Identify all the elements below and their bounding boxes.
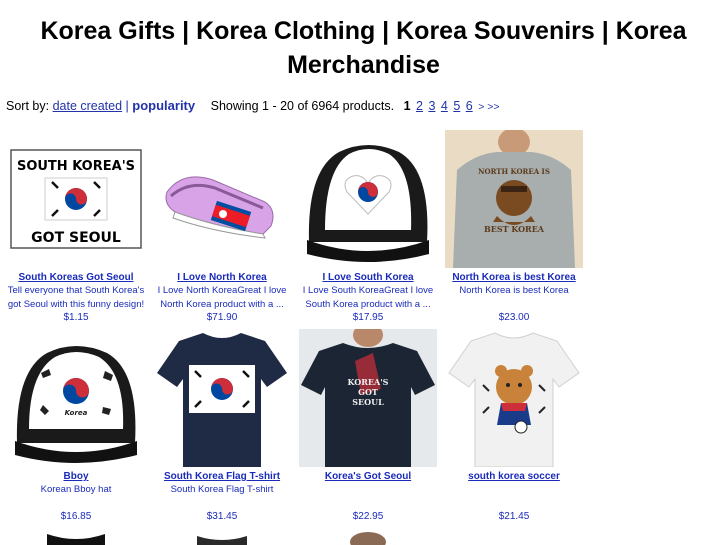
product-image[interactable] xyxy=(445,528,583,545)
page-link-6[interactable]: 6 xyxy=(466,99,473,113)
page-link-3[interactable]: 3 xyxy=(428,99,435,113)
page-title-line-1: Korea Gifts | Korea Clothing | Korea Sou… xyxy=(40,17,687,45)
product-image[interactable] xyxy=(445,329,583,467)
product-price: $17.95 xyxy=(352,312,384,323)
product-card: NORTH KOREA IS BEST KOREA North Korea is… xyxy=(445,130,583,324)
product-description: Korean Bboy hat xyxy=(40,484,112,495)
product-description: North Korea is best Korea xyxy=(459,285,569,296)
product-image[interactable] xyxy=(299,130,437,268)
product-description xyxy=(299,483,437,510)
product-name-link[interactable]: Bboy xyxy=(7,470,145,483)
page-link-4[interactable]: 4 xyxy=(441,99,448,113)
page-link-5[interactable]: 5 xyxy=(453,99,460,113)
product-description: South Korea Flag T-shirt xyxy=(170,484,274,495)
product-price: $16.85 xyxy=(60,511,92,522)
thumb-text: Korea xyxy=(65,409,88,417)
product-name-link[interactable]: I Love South Korea xyxy=(299,271,437,284)
product-image[interactable] xyxy=(153,528,291,545)
product-image[interactable]: KOREA'S GOT SEOUL xyxy=(299,329,437,467)
product-image[interactable]: SOUTH KOREA'S GOT SEOUL xyxy=(7,130,145,268)
product-card: South Korea Flag T-shirt South Korea Fla… xyxy=(153,329,291,523)
product-image[interactable] xyxy=(153,130,291,268)
sort-label: Sort by: xyxy=(6,99,50,113)
product-card-partial xyxy=(445,528,583,545)
product-price: $22.95 xyxy=(352,511,384,522)
sort-date-created-link[interactable]: date created xyxy=(53,99,123,113)
product-card: SOUTH KOREA'S GOT SEOUL South Koreas Got… xyxy=(7,130,145,324)
product-card: south korea soccer $21.45 xyxy=(445,329,583,523)
page-link-2[interactable]: 2 xyxy=(416,99,423,113)
page-title-line-2: Merchandise xyxy=(287,51,440,79)
product-image[interactable]: NORTH KOREA IS BEST KOREA xyxy=(445,130,583,268)
thumb-text-bottom: GOT SEOUL xyxy=(31,230,121,246)
thumb-text-3: SEOUL xyxy=(352,397,384,407)
results-count: Showing 1 - 20 of 6964 products. xyxy=(210,99,395,113)
product-card: I Love South Korea I Love South KoreaGre… xyxy=(299,130,437,324)
page-current: 1 xyxy=(403,99,411,113)
product-price: $71.90 xyxy=(206,312,238,323)
product-name-link[interactable]: Korea's Got Seoul xyxy=(299,470,437,483)
product-card: I Love North Korea I Love North KoreaGre… xyxy=(153,130,291,324)
sort-popularity-link[interactable]: popularity xyxy=(132,98,195,113)
sort-separator: | xyxy=(125,99,129,113)
product-price: $23.00 xyxy=(498,312,530,323)
product-name-link[interactable]: I Love North Korea xyxy=(153,271,291,284)
product-name-link[interactable]: South Korea Flag T-shirt xyxy=(153,470,291,483)
product-price: $31.45 xyxy=(206,511,238,522)
product-image[interactable] xyxy=(153,329,291,467)
product-description xyxy=(445,483,583,510)
thumb-text-2: GOT xyxy=(358,387,378,397)
product-description: I Love North KoreaGreat I love North Kor… xyxy=(157,285,287,310)
product-description: Tell everyone that South Korea's got Seo… xyxy=(7,285,145,310)
product-name-link[interactable]: North Korea is best Korea xyxy=(445,271,583,284)
product-price: $21.45 xyxy=(498,511,530,522)
page-title: Korea Gifts | Korea Clothing | Korea Sou… xyxy=(0,14,727,82)
thumb-text-top: NORTH KOREA IS xyxy=(478,167,550,176)
page-next-link[interactable]: > >> xyxy=(478,101,499,113)
product-card-partial xyxy=(7,528,145,545)
product-card: KOREA'S GOT SEOUL Korea's Got Seoul $22.… xyxy=(299,329,437,523)
product-card: Korea Bboy Korean Bboy hat $16.85 xyxy=(7,329,145,523)
thumb-text-top: SOUTH KOREA'S xyxy=(17,159,135,174)
thumb-text-bottom: BEST KOREA xyxy=(484,224,545,234)
product-image[interactable] xyxy=(7,528,145,545)
product-card-partial xyxy=(153,528,291,545)
thumb-text-1: KOREA'S xyxy=(348,377,389,387)
product-image[interactable]: Korea xyxy=(7,329,145,467)
product-image[interactable] xyxy=(299,528,437,545)
sort-bar: Sort by: date created | popularity Showi… xyxy=(6,98,500,115)
product-price: $1.15 xyxy=(63,312,89,323)
product-description: I Love South KoreaGreat I love South Kor… xyxy=(302,285,434,310)
product-card-partial xyxy=(299,528,437,545)
product-name-link[interactable]: south korea soccer xyxy=(445,470,583,483)
product-name-link[interactable]: South Koreas Got Seoul xyxy=(7,271,145,284)
